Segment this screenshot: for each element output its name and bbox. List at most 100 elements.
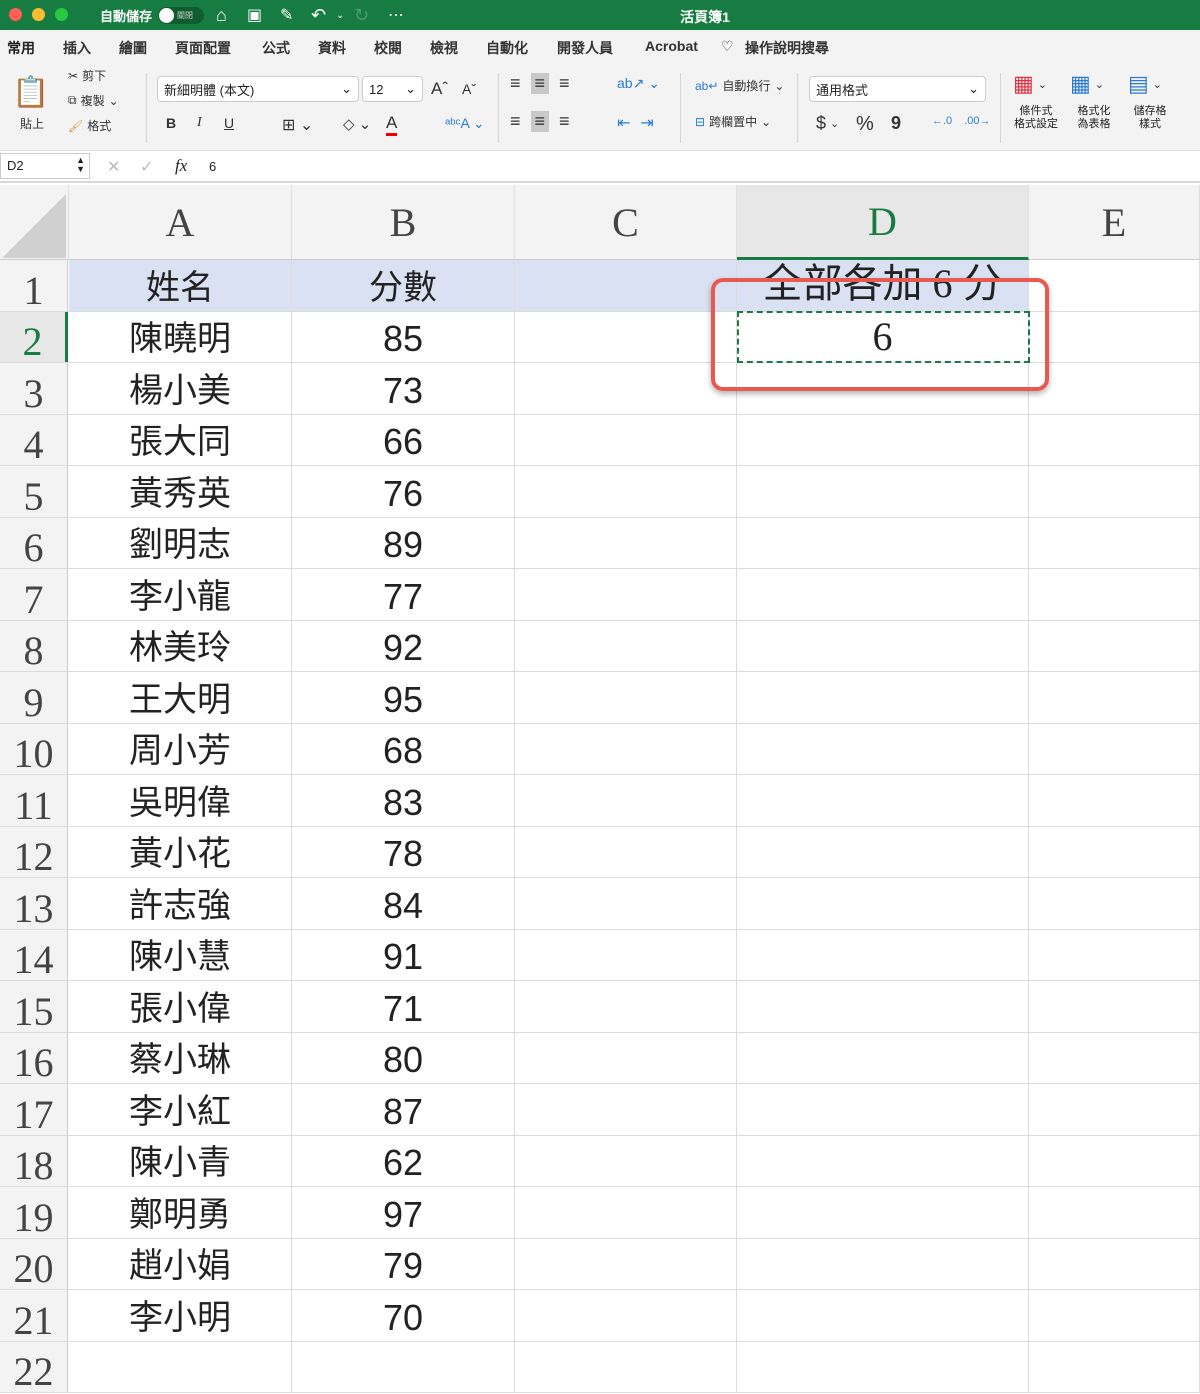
column-header-d[interactable]: D: [737, 185, 1029, 260]
cell[interactable]: [737, 517, 1029, 568]
font-color-icon[interactable]: A: [386, 113, 398, 136]
cell[interactable]: [737, 1084, 1029, 1135]
cell[interactable]: [515, 260, 737, 311]
cell[interactable]: [737, 1341, 1029, 1392]
cell[interactable]: [1029, 363, 1200, 414]
cell[interactable]: [69, 1341, 292, 1392]
cell-score[interactable]: 87: [292, 1084, 515, 1135]
tab-home[interactable]: 常用: [7, 38, 35, 66]
row-header[interactable]: 19: [0, 1187, 68, 1238]
tab-page-layout[interactable]: 頁面配置: [175, 38, 231, 58]
conditional-format-icon[interactable]: ▦ ⌄: [1013, 71, 1047, 97]
cell[interactable]: [515, 981, 737, 1032]
row-header[interactable]: 16: [0, 1032, 68, 1083]
row-header[interactable]: 9: [0, 672, 68, 723]
cell-score[interactable]: 84: [292, 878, 515, 929]
paste-button[interactable]: 貼上: [20, 115, 44, 132]
column-header-c[interactable]: C: [515, 185, 737, 260]
row-header[interactable]: 20: [0, 1238, 68, 1289]
cell[interactable]: [1029, 517, 1200, 568]
tab-review[interactable]: 校閱: [374, 38, 402, 58]
tab-data[interactable]: 資料: [318, 38, 346, 58]
cell[interactable]: [737, 466, 1029, 517]
cell[interactable]: [737, 1187, 1029, 1238]
cell[interactable]: 分數: [292, 260, 515, 311]
font-name-select[interactable]: 新細明體 (本文) ⌄: [157, 76, 359, 102]
tab-formulas[interactable]: 公式: [262, 38, 290, 58]
cell-name[interactable]: 劉明志: [69, 517, 292, 568]
cell-name[interactable]: 趙小娟: [69, 1238, 292, 1289]
cell[interactable]: [1029, 929, 1200, 980]
cell-score[interactable]: 68: [292, 723, 515, 774]
vertical-align-group[interactable]: ≡ ≡ ≡: [510, 73, 570, 94]
row-header[interactable]: 5: [0, 466, 68, 517]
cell[interactable]: [737, 878, 1029, 929]
cell[interactable]: [515, 363, 737, 414]
copy-button[interactable]: ⧉ 複製 ⌄: [68, 92, 119, 109]
cell[interactable]: [515, 775, 737, 826]
column-header-a[interactable]: A: [69, 185, 292, 260]
cell[interactable]: [292, 1341, 515, 1392]
cell[interactable]: [515, 569, 737, 620]
cell[interactable]: [1029, 878, 1200, 929]
cell-name[interactable]: 鄭明勇: [69, 1187, 292, 1238]
row-header[interactable]: 7: [0, 569, 68, 620]
cell[interactable]: [515, 1187, 737, 1238]
cell-score[interactable]: 70: [292, 1290, 515, 1341]
cell[interactable]: [515, 878, 737, 929]
cell[interactable]: [737, 1032, 1029, 1083]
number-format-select[interactable]: 通用格式 ⌄: [809, 76, 986, 102]
wrap-text-button[interactable]: ab↵ 自動換行 ⌄: [695, 77, 784, 94]
tab-draw[interactable]: 繪圖: [119, 38, 147, 58]
cell[interactable]: [1029, 775, 1200, 826]
cell[interactable]: [737, 672, 1029, 723]
cell[interactable]: [1029, 981, 1200, 1032]
cell[interactable]: [515, 620, 737, 671]
cell-name[interactable]: 許志強: [69, 878, 292, 929]
cell[interactable]: [1029, 1032, 1200, 1083]
enter-icon[interactable]: ✓: [140, 157, 153, 177]
cell[interactable]: [1029, 723, 1200, 774]
cell[interactable]: [515, 1341, 737, 1392]
cell[interactable]: [1029, 1135, 1200, 1186]
cell-score[interactable]: 62: [292, 1135, 515, 1186]
name-box[interactable]: D2 ▲ ▼: [0, 153, 90, 179]
cell[interactable]: [1029, 1187, 1200, 1238]
cell-name[interactable]: 陳小青: [69, 1135, 292, 1186]
cell[interactable]: [737, 1290, 1029, 1341]
cell[interactable]: [515, 466, 737, 517]
cell[interactable]: [515, 672, 737, 723]
format-table-icon[interactable]: ▦ ⌄: [1070, 71, 1104, 97]
cell-score[interactable]: 77: [292, 569, 515, 620]
cell-score[interactable]: 85: [292, 311, 515, 362]
cell-styles-icon[interactable]: ▤ ⌄: [1128, 71, 1162, 97]
select-all-corner[interactable]: [0, 185, 69, 260]
cell[interactable]: [1029, 466, 1200, 517]
conditional-format-button[interactable]: 條件式 格式設定: [1008, 105, 1064, 131]
cell[interactable]: [515, 1238, 737, 1289]
increase-font-icon[interactable]: Aˆ: [431, 79, 448, 99]
underline-button[interactable]: U: [224, 115, 234, 131]
cell[interactable]: [737, 569, 1029, 620]
row-header[interactable]: 11: [0, 775, 68, 826]
row-header[interactable]: 3: [0, 363, 68, 414]
cell-name[interactable]: 蔡小琳: [69, 1032, 292, 1083]
font-size-select[interactable]: 12 ⌄: [362, 76, 423, 102]
function-icon[interactable]: fx: [175, 156, 187, 176]
cell-score[interactable]: 66: [292, 414, 515, 465]
row-header[interactable]: 14: [0, 929, 68, 980]
help-search[interactable]: 操作說明搜尋: [745, 38, 829, 58]
cell[interactable]: [1029, 414, 1200, 465]
cell-score[interactable]: 76: [292, 466, 515, 517]
currency-button[interactable]: $ ⌄: [816, 113, 839, 134]
cell[interactable]: [515, 414, 737, 465]
decrease-font-icon[interactable]: Aˇ: [462, 81, 476, 97]
cut-button[interactable]: ✂ 剪下: [68, 67, 106, 84]
cell[interactable]: 姓名: [69, 260, 292, 311]
cell-score[interactable]: 95: [292, 672, 515, 723]
column-header-b[interactable]: B: [292, 185, 515, 260]
decimal-group[interactable]: ←.0 .00→: [932, 115, 990, 127]
tab-automate[interactable]: 自動化: [486, 38, 528, 58]
cell-name[interactable]: 李小龍: [69, 569, 292, 620]
cell[interactable]: [1029, 620, 1200, 671]
